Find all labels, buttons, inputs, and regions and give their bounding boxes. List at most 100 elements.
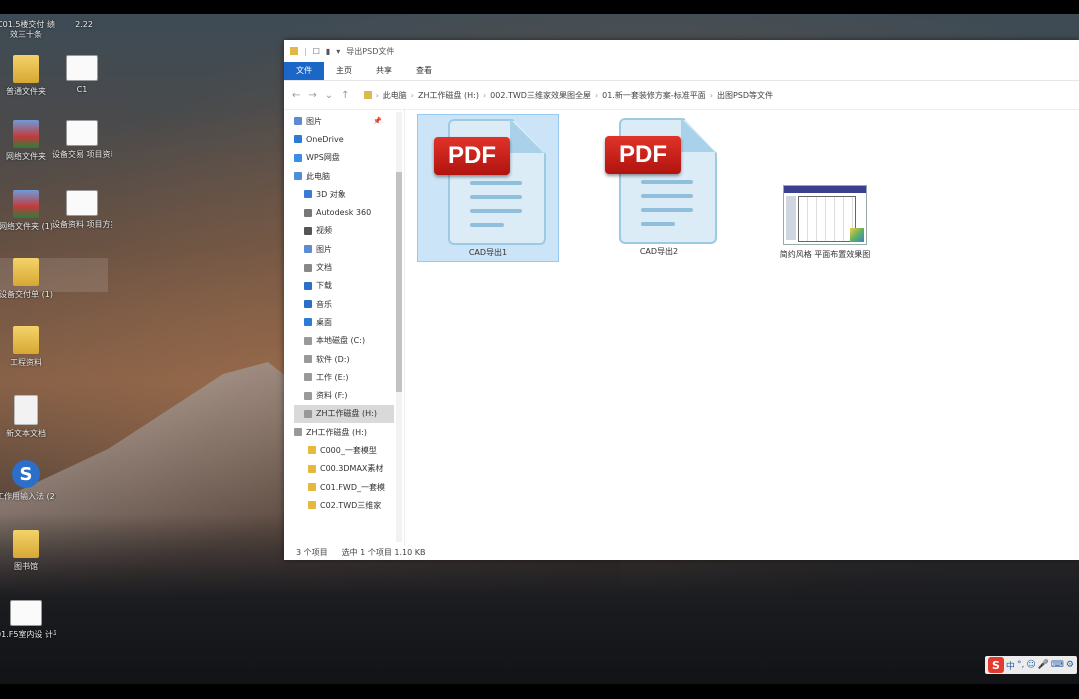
nav-item[interactable]: 图片 [294, 240, 394, 258]
keyboard-icon[interactable]: ⌨ [1051, 660, 1064, 670]
nav-item[interactable]: 此电脑 [294, 167, 394, 185]
desktop-icon[interactable]: 设备交易 项目资料1 [52, 120, 112, 160]
pdf-file-icon: PDF [605, 118, 717, 244]
sogou-app-icon: S [12, 460, 40, 488]
nav-item[interactable]: 图片 📌 [294, 112, 394, 130]
tab-share[interactable]: 共享 [364, 62, 404, 80]
desktop-icon[interactable]: 图书馆 [0, 530, 56, 572]
status-bar: 3 个项目 选中 1 个项目 1.10 KB [284, 544, 1079, 560]
desktop-icon[interactable]: 设备资料 项目方案1 [52, 190, 112, 230]
desktop-icon-label: 工作用输入法 (2) [0, 492, 56, 501]
nav-item-icon [308, 446, 316, 455]
ime-toolbar[interactable]: S 中 °, ☺ 🎤 ⌨ ⚙ [984, 656, 1077, 674]
folder-icon [13, 326, 39, 354]
properties-icon[interactable]: ☐ [313, 47, 320, 56]
forward-arrow-icon[interactable]: → [308, 90, 316, 101]
sogou-logo-icon[interactable]: S [987, 657, 1004, 673]
nav-item-icon [304, 190, 312, 199]
tab-view[interactable]: 查看 [404, 62, 444, 80]
back-arrow-icon[interactable]: ← [292, 90, 300, 101]
desktop-icon[interactable]: 新文本文档 [0, 395, 56, 439]
nav-item[interactable]: C02.TWD三维家 [294, 496, 394, 514]
desktop-icon-label: 01.F5室内设 计平面平台 [0, 630, 56, 639]
desktop-icon[interactable]: S 工作用输入法 (2) [0, 460, 56, 502]
nav-item-label: Autodesk 360 [316, 208, 372, 218]
breadcrumb-item[interactable]: 出图PSD等文件 [717, 90, 773, 101]
nav-item[interactable]: ZH工作磁盘 (H:) [294, 404, 394, 424]
nav-item-icon [304, 355, 312, 363]
nav-item-icon [304, 409, 312, 418]
nav-item[interactable]: Autodesk 360 [294, 203, 394, 221]
file-name: CAD导出1 [468, 248, 508, 257]
desktop-icon[interactable]: 网络文件夹 [0, 120, 56, 162]
nav-item[interactable]: OneDrive [294, 130, 394, 148]
nav-scrollbar-thumb[interactable] [396, 172, 402, 392]
nav-item[interactable]: C00.3DMAX素材 [294, 460, 394, 478]
settings-icon[interactable]: ⚙ [1066, 660, 1074, 670]
breadcrumb[interactable]: › 此电脑 › ZH工作磁盘 (H:) › 002.TWD三维家效果图全屋 › … [363, 90, 773, 101]
desktop-icon[interactable]: 设备交付单 (1) [0, 258, 56, 300]
breadcrumb-separator: › [375, 90, 379, 100]
emoji-icon[interactable]: ☺ [1026, 660, 1035, 670]
desktop-icon[interactable]: 普通文件夹 [0, 55, 56, 97]
nav-item[interactable]: 资料 (F:) [294, 386, 394, 404]
nav-item[interactable]: 软件 (D:) [294, 350, 394, 368]
nav-item[interactable]: 3D 对象 [294, 185, 394, 203]
nav-item[interactable]: ZH工作磁盘 (H:) [294, 423, 394, 441]
nav-item-icon [304, 208, 312, 217]
nav-item-label: 3D 对象 [316, 189, 346, 199]
nav-item-icon [304, 318, 312, 327]
nav-scrollbar[interactable] [396, 112, 402, 542]
breadcrumb-item[interactable]: 002.TWD三维家效果图全屋 [490, 90, 591, 101]
nav-item[interactable]: 桌面 [294, 313, 394, 331]
nav-item-icon [304, 226, 312, 235]
breadcrumb-item[interactable]: 01.新一套装修方案-标准平面 [602, 90, 706, 101]
nav-item[interactable]: 音乐 [294, 295, 394, 313]
punctuation-icon[interactable]: °, [1017, 660, 1024, 670]
nav-item[interactable]: WPS网盘 [294, 149, 394, 167]
desktop-icon[interactable]: C1 [52, 55, 112, 95]
desktop-icon[interactable]: 工程资料 [0, 326, 56, 368]
tab-file[interactable]: 文件 [284, 62, 324, 80]
desktop-icon-label: C1 [76, 85, 88, 94]
desktop-top-label: 2.22 [75, 20, 93, 29]
up-arrow-icon[interactable]: ↑ [341, 90, 349, 101]
nav-item[interactable]: 本地磁盘 (C:) [294, 332, 394, 350]
document-icon [66, 120, 98, 146]
desktop-icon-label: 设备交付单 (1) [0, 290, 53, 299]
pin-icon[interactable]: 📌 [373, 117, 382, 125]
file-item-image[interactable]: 简约风格 平面布置效果图 [755, 114, 895, 260]
nav-item-label: 图片 [306, 116, 322, 126]
tab-home[interactable]: 主页 [324, 62, 364, 80]
nav-item[interactable]: 工作 (E:) [294, 368, 394, 386]
pdf-file-icon: PDF [434, 119, 546, 245]
new-folder-icon[interactable]: ▮ [326, 47, 330, 56]
nav-item-label: 音乐 [316, 299, 332, 309]
recent-dropdown-icon[interactable]: ⌄ [325, 90, 333, 101]
breadcrumb-separator: › [410, 90, 414, 100]
nav-item-icon [294, 428, 302, 437]
nav-item-icon [294, 135, 302, 144]
nav-item-icon [308, 501, 316, 510]
ime-mode[interactable]: 中 [1006, 659, 1015, 672]
desktop-icon-label: 图书馆 [14, 562, 38, 571]
file-item-pdf-1[interactable]: PDF CAD导出1 [417, 114, 559, 262]
nav-item[interactable]: C01.FWD_一套模 [294, 478, 394, 496]
nav-item[interactable]: 文档 [294, 258, 394, 276]
desktop-icon[interactable]: 01.F5室内设 计平面平台 [0, 600, 56, 640]
desktop-icon-label: 网络文件夹 [6, 152, 46, 161]
image-thumbnail-icon [783, 185, 867, 245]
desktop-icon-label: 新文本文档 [6, 429, 46, 438]
breadcrumb-item[interactable]: 此电脑 [383, 90, 407, 101]
microphone-icon[interactable]: 🎤 [1038, 660, 1049, 670]
nav-item-label: C000_一套模型 [320, 445, 377, 455]
item-count: 3 个项目 [296, 547, 328, 557]
nav-item-label: ZH工作磁盘 (H:) [306, 427, 367, 437]
file-item-pdf-2[interactable]: PDF CAD导出2 [589, 114, 729, 260]
nav-item[interactable]: 下载 [294, 277, 394, 295]
nav-item[interactable]: 视频 [294, 222, 394, 240]
qat-dropdown-icon[interactable]: ▾ [336, 47, 340, 56]
breadcrumb-item[interactable]: ZH工作磁盘 (H:) [418, 90, 479, 101]
nav-item[interactable]: C000_一套模型 [294, 441, 394, 459]
desktop-icon[interactable]: 网络文件夹 (1) [0, 190, 56, 232]
